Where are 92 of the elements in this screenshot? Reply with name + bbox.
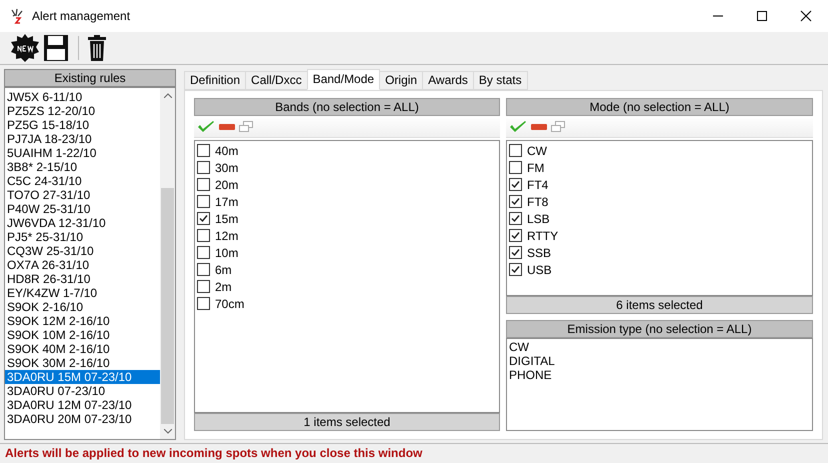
selection-count: 1 items selected [194, 413, 500, 431]
checkbox[interactable] [509, 212, 522, 225]
checkbox-label: FT4 [527, 176, 548, 194]
checkbox[interactable] [197, 161, 210, 174]
checkbox[interactable] [197, 280, 210, 293]
rule-item[interactable]: S9OK 2-16/10 [5, 300, 160, 314]
checkbox-label: 20m [215, 176, 238, 194]
rule-item[interactable]: PJ7JA 18-23/10 [5, 132, 160, 146]
checkbox[interactable] [197, 229, 210, 242]
scroll-down-icon[interactable] [164, 429, 172, 434]
selection-count: 6 items selected [506, 296, 813, 314]
group-header: Emission type (no selection = ALL) [506, 320, 813, 338]
checkbox-label: FM [527, 160, 544, 176]
checkbox[interactable] [197, 246, 210, 259]
rule-item[interactable]: S9OK 30M 2-16/10 [5, 356, 160, 370]
group-header: Mode (no selection = ALL) [506, 98, 813, 116]
rule-item[interactable]: S9OK 10M 2-16/10 [5, 328, 160, 342]
checkbox[interactable] [509, 144, 522, 157]
rule-item[interactable]: 3DA0RU 12M 07-23/10 [5, 398, 160, 412]
checkbox[interactable] [197, 263, 210, 276]
checkbox-label: 15m [215, 210, 238, 228]
scroll-thumb[interactable] [161, 188, 174, 424]
scroll-up-icon[interactable] [164, 93, 172, 98]
check-all-icon[interactable] [509, 120, 527, 132]
close-icon[interactable] [800, 10, 812, 22]
emission-item[interactable]: PHONE [509, 368, 812, 382]
checkbox[interactable] [509, 246, 522, 259]
checkbox[interactable] [197, 212, 210, 225]
check-icon [199, 214, 208, 223]
tab[interactable]: Origin [379, 71, 424, 90]
rule-item[interactable]: 5UAIHM 1-22/10 [5, 146, 160, 160]
tab[interactable]: Band/Mode [306, 69, 380, 90]
rule-item[interactable]: TO7O 27-31/10 [5, 188, 160, 202]
checkbox-label: 17m [215, 194, 238, 210]
new-badge-icon[interactable] [10, 34, 40, 62]
checkbox[interactable] [197, 297, 210, 310]
checkbox[interactable] [509, 161, 522, 174]
tab[interactable]: Call/Dxcc [245, 71, 308, 90]
checkbox-label: 6m [215, 262, 232, 278]
rule-item[interactable]: 3DA0RU 07-23/10 [5, 384, 160, 398]
status-bar: Alerts will be applied to new incoming spots when you close this window [0, 443, 828, 463]
app-icon [10, 8, 24, 24]
checkbox[interactable] [197, 144, 210, 157]
tab[interactable]: By stats [472, 71, 528, 90]
minus-icon[interactable] [531, 124, 547, 130]
checkbox-label: 70cm [215, 296, 244, 312]
checkbox-label: 40m [215, 142, 238, 160]
scrollbar[interactable] [160, 88, 175, 439]
checkbox[interactable] [509, 263, 522, 276]
minus-icon[interactable] [219, 124, 235, 130]
rule-item[interactable]: PZ5G 15-18/10 [5, 118, 160, 132]
checkbox-label: FT8 [527, 194, 548, 210]
rule-item[interactable]: S9OK 40M 2-16/10 [5, 342, 160, 356]
rule-item[interactable]: HD8R 26-31/10 [5, 272, 160, 286]
tab[interactable]: Definition [184, 71, 246, 90]
checkbox[interactable] [197, 195, 210, 208]
rule-item[interactable]: C5C 24-31/10 [5, 174, 160, 188]
window-title: Alert management [32, 8, 130, 25]
rule-item[interactable]: 3DA0RU 20M 07-23/10 [5, 412, 160, 426]
rule-item[interactable]: OX7A 26-31/10 [5, 258, 160, 272]
rule-item[interactable]: 3B8* 2-15/10 [5, 160, 160, 174]
checkbox-label: 30m [215, 160, 238, 176]
checkbox[interactable] [509, 178, 522, 191]
trash-icon[interactable] [88, 35, 106, 61]
checkbox[interactable] [197, 178, 210, 191]
rule-item[interactable]: P40W 25-31/10 [5, 202, 160, 216]
emission-item[interactable]: DIGITAL [509, 354, 812, 368]
rule-item[interactable]: CQ3W 25-31/10 [5, 244, 160, 258]
rule-item[interactable]: JW6VDA 12-31/10 [5, 216, 160, 230]
rule-item[interactable]: JW5X 6-11/10 [5, 90, 160, 104]
emission-item[interactable]: CW [509, 340, 812, 354]
checkbox[interactable] [509, 229, 522, 242]
rule-item[interactable]: EY/K4ZW 1-7/10 [5, 286, 160, 300]
checkbox-label: 2m [215, 278, 232, 296]
rule-item[interactable]: PZ5ZS 12-20/10 [5, 104, 160, 118]
rule-item[interactable]: 3DA0RU 15M 07-23/10 [5, 370, 160, 384]
checkbox[interactable] [509, 195, 522, 208]
check-all-icon[interactable] [197, 120, 215, 132]
checkbox-label: RTTY [527, 228, 558, 244]
checkbox-label: 10m [215, 244, 238, 262]
rule-item[interactable]: PJ5* 25-31/10 [5, 230, 160, 244]
group-header: Bands (no selection = ALL) [194, 98, 500, 116]
save-icon[interactable] [43, 34, 69, 62]
checkbox-label: LSB [527, 210, 550, 228]
maximize-icon[interactable] [756, 10, 768, 22]
checkbox-label: USB [527, 262, 552, 278]
list-header: Existing rules [4, 69, 176, 87]
checkbox-label: 12m [215, 228, 238, 244]
checkbox-label: SSB [527, 244, 552, 262]
tab[interactable]: Awards [422, 71, 474, 90]
checkbox-label: CW [527, 142, 547, 160]
rule-item[interactable]: S9OK 12M 2-16/10 [5, 314, 160, 328]
